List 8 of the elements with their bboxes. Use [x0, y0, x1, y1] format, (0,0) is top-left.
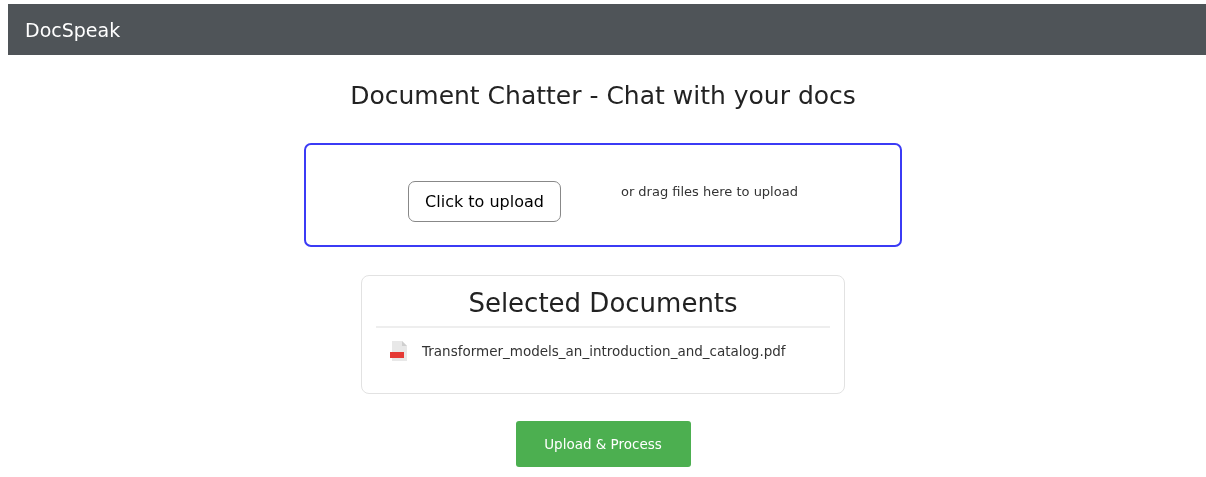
upload-dropzone[interactable]: Click to upload or drag files here to upload	[304, 143, 902, 247]
file-name: Transformer_models_an_introduction_and_catalog.pdf	[422, 343, 786, 359]
drop-hint: or drag files here to upload	[620, 183, 798, 199]
upload-button[interactable]: Click to upload	[408, 180, 561, 222]
pdf-file-icon	[390, 340, 408, 362]
card-heading: Selected Documents	[376, 288, 830, 328]
brand-name[interactable]: DocSpeak	[25, 18, 121, 41]
page-title: Document Chatter - Chat with your docs	[350, 81, 856, 110]
